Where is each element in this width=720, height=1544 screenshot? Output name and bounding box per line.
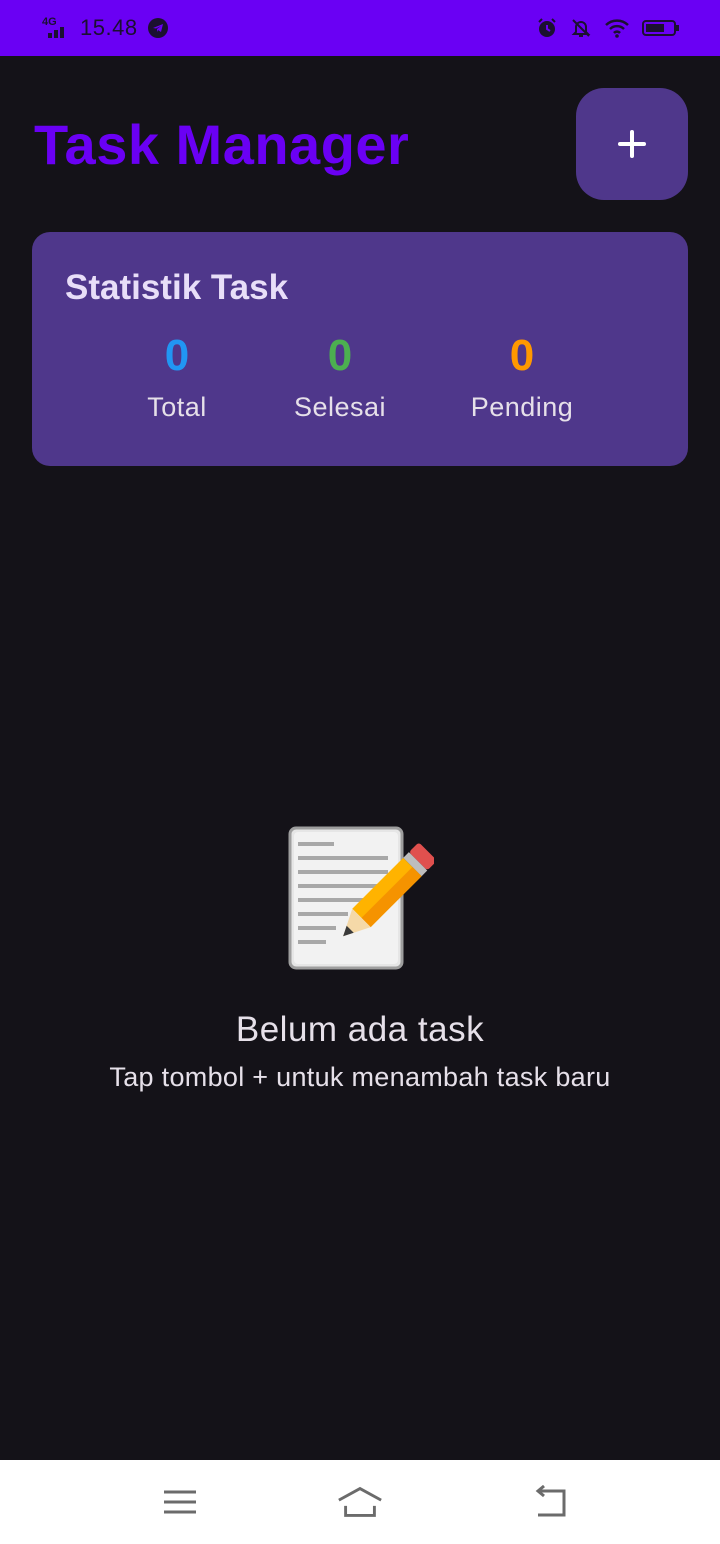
wifi-icon [604, 17, 630, 39]
back-icon[interactable] [526, 1482, 574, 1522]
memo-icon [286, 826, 436, 972]
home-icon[interactable] [336, 1482, 384, 1522]
alarm-icon [536, 17, 558, 39]
stat-pending: 0 Pending [442, 332, 602, 423]
stat-total-value: 0 [164, 331, 190, 380]
cellular-signal-icon: 4G [42, 16, 70, 40]
status-bar: 4G 15.48 [0, 0, 720, 56]
stats-title: Statistik Task [65, 268, 289, 307]
add-task-button[interactable] [576, 88, 688, 200]
system-nav-bar [0, 1460, 720, 1544]
page-title: Task Manager [34, 113, 410, 176]
stat-completed: 0 Selesai [260, 332, 420, 423]
stats-card: Statistik Task 0 Total 0 Selesai 0 Pendi… [32, 232, 688, 466]
bell-off-icon [570, 17, 592, 39]
stat-total-label: Total [147, 392, 207, 422]
status-time: 15.48 [80, 15, 138, 40]
empty-state-subtitle: Tap tombol + untuk menambah task baru [109, 1062, 611, 1092]
stat-completed-value: 0 [327, 331, 353, 380]
plus-icon [618, 130, 646, 158]
stat-completed-label: Selesai [293, 392, 387, 422]
empty-state-title: Belum ada task [235, 1010, 485, 1049]
menu-icon[interactable] [156, 1482, 204, 1522]
battery-icon [642, 18, 680, 38]
stat-total: 0 Total [97, 332, 257, 423]
stat-pending-value: 0 [509, 331, 535, 380]
stat-pending-label: Pending [470, 392, 574, 422]
telegram-icon [147, 18, 168, 38]
